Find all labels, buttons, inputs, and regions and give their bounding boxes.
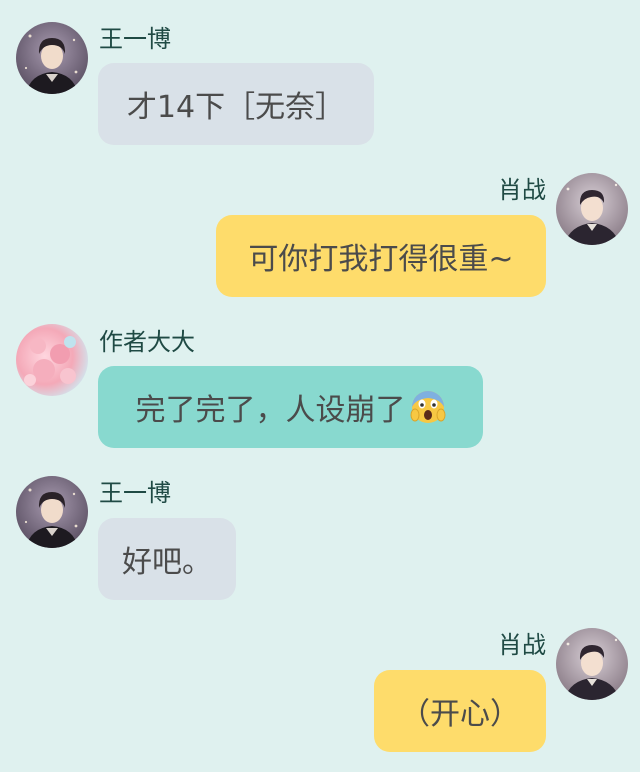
man-portrait-avatar-icon[interactable] — [556, 173, 628, 245]
sender-name: 王一博 — [99, 25, 171, 53]
message-text: 才14下［无奈］ — [126, 90, 346, 125]
sender-name: 肖战 — [498, 631, 546, 659]
message-bubble[interactable]: 才14下［无奈］ — [98, 63, 374, 145]
message-bubble[interactable]: 完了完了，人设崩了 — [98, 366, 483, 448]
sender-name: 肖战 — [498, 176, 546, 204]
message-bubble[interactable]: （开心） — [374, 670, 546, 752]
message-text: （开心） — [400, 697, 520, 732]
message-text: 完了完了，人设崩了 — [135, 393, 406, 428]
boy-portrait-avatar-icon[interactable] — [16, 22, 88, 94]
message-bubble[interactable]: 可你打我打得很重~ — [216, 215, 546, 297]
man-portrait-avatar-icon[interactable] — [556, 628, 628, 700]
message-text: 可你打我打得很重~ — [248, 242, 514, 277]
sender-name: 作者大大 — [99, 328, 195, 356]
cherry-blossom-avatar-icon[interactable] — [16, 324, 88, 396]
message-bubble[interactable]: 好吧。 — [98, 518, 236, 600]
boy-portrait-avatar-icon[interactable] — [16, 476, 88, 548]
sender-name: 王一博 — [99, 479, 171, 507]
message-text: 好吧。 — [122, 545, 212, 580]
screaming-face-emoji-icon — [410, 389, 446, 425]
